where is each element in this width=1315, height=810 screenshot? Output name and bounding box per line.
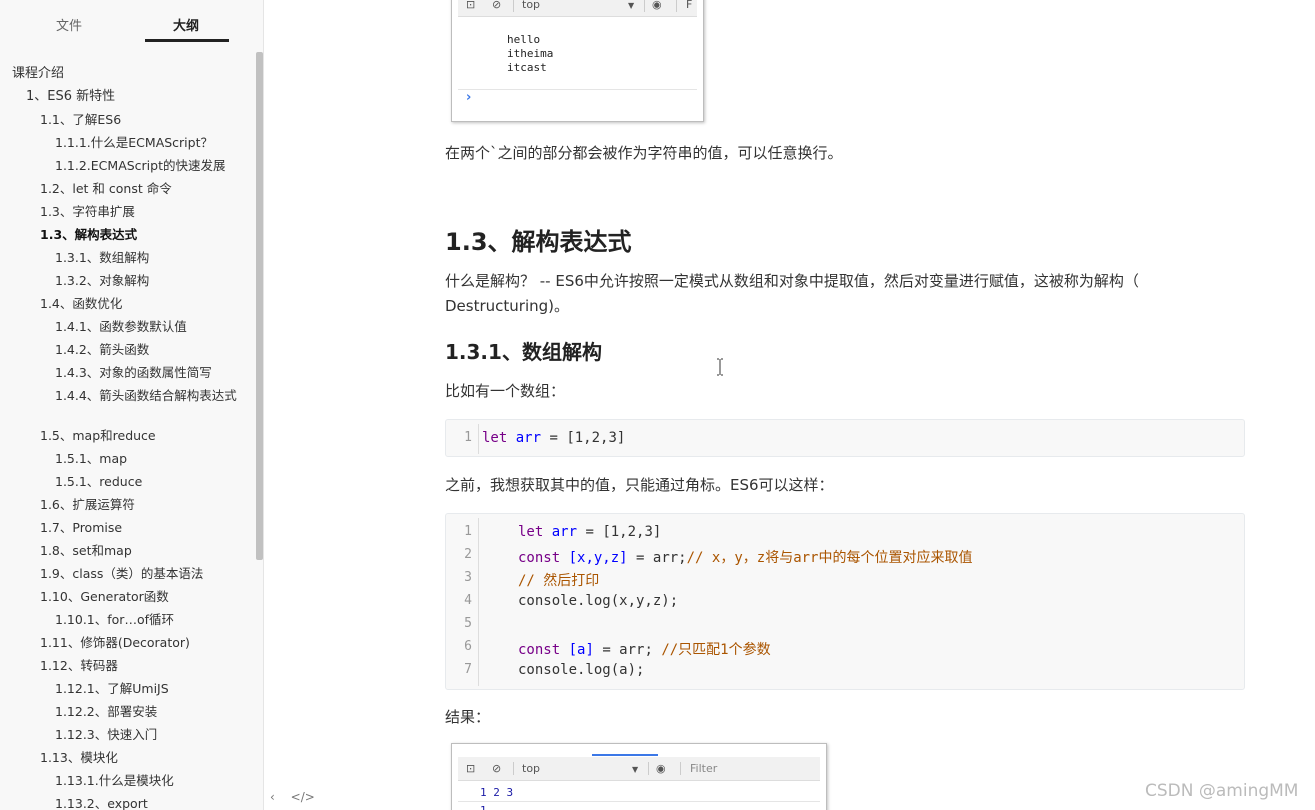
outline-item[interactable]: 1.12.1、了解UmiJS xyxy=(55,681,169,697)
outline-item[interactable]: 1.5.1、reduce xyxy=(55,474,142,490)
code-line: let arr = [1,2,3] xyxy=(518,524,662,540)
console-line: 1 xyxy=(480,804,487,810)
dropdown-arrow-icon: ▼ xyxy=(632,765,639,774)
outline-item[interactable]: 1.4.3、对象的函数属性简写 xyxy=(55,365,212,381)
code-line: const [a] = arr; //只匹配1个参数 xyxy=(518,642,771,658)
outline-item[interactable]: 1.4、函数优化 xyxy=(40,296,122,312)
outline-item[interactable]: 1.5.1、map xyxy=(55,451,127,467)
paragraph-destructuring-intro-1: 什么是解构？ -- ES6中允许按照一定模式从数组和对象中提取值，然后对变量进行… xyxy=(445,272,1139,290)
outline-item[interactable]: 1.1、了解ES6 xyxy=(40,112,121,128)
line-number: 1 xyxy=(464,430,472,445)
editor-content: ⊡ ⊘ top ▼ ◉ F hello itheima itcast › 在两个… xyxy=(264,0,1315,810)
devtools-toolbar: ⊡ ⊘ top ▼ ◉ F xyxy=(458,0,697,17)
outline-item[interactable]: 1、ES6 新特性 xyxy=(26,89,115,105)
outline-item[interactable]: 1.12.2、部署安装 xyxy=(55,704,157,720)
context-select: top xyxy=(522,0,541,11)
outline-item[interactable]: 1.4.1、函数参数默认值 xyxy=(55,319,187,335)
outline-item[interactable]: 1.11、修饰器(Decorator) xyxy=(40,635,190,651)
watermark: CSDN @amingMM xyxy=(1145,781,1299,801)
paragraph-es6-approach: 之前，我想获取其中的值，只能通过角标。ES6可以这样： xyxy=(445,476,834,494)
outline-item[interactable]: 1.6、扩展运算符 xyxy=(40,497,135,513)
outline-item[interactable]: 1.1.2.ECMAScript的快速发展 xyxy=(55,158,226,174)
sidebar-toggle-icon: ⊡ xyxy=(466,0,476,11)
console-output: hello itheima itcast xyxy=(507,33,553,75)
outline-item[interactable]: 1.3、解构表达式 xyxy=(40,227,137,243)
outline-item[interactable]: 1.9、class（类）的基本语法 xyxy=(40,566,203,582)
outline-item[interactable]: 1.3.2、对象解构 xyxy=(55,273,149,289)
outline-item[interactable]: 1.1.1.什么是ECMAScript？ xyxy=(55,135,213,151)
context-select: top xyxy=(522,762,541,775)
outline-item[interactable]: 1.4.4、箭头函数结合解构表达式 xyxy=(55,388,245,404)
console-line: hello xyxy=(507,33,541,46)
devtools-toolbar: ⊡ ⊘ top ▼ ◉ Filter xyxy=(458,757,820,781)
sidebar: 文件 大纲 课程介绍 1、ES6 新特性 1.1、了解ES6 1.1.1.什么是ECM… xyxy=(0,0,264,810)
heading-destructuring: 1.3、解构表达式 xyxy=(445,228,632,256)
eye-icon: ◉ xyxy=(652,0,662,11)
filter-label: F xyxy=(686,0,693,11)
text-cursor-icon xyxy=(717,358,723,376)
filter-input: Filter xyxy=(690,762,718,775)
outline-item[interactable]: 1.12、转码器 xyxy=(40,658,118,674)
paragraph-template-string: 在两个`之间的部分都会被作为字符串的值，可以任意换行。 xyxy=(445,144,843,162)
console-line: itcast xyxy=(507,61,547,74)
devtools-screenshot-2: ⊡ ⊘ top ▼ ◉ Filter 1 2 3 1 xyxy=(451,743,827,810)
outline-item[interactable]: 1.13.1.什么是模块化 xyxy=(55,773,174,789)
clear-console-icon: ⊘ xyxy=(492,762,502,775)
console-line: itheima xyxy=(507,47,554,60)
code-line: // 然后打印 xyxy=(518,573,600,589)
eye-icon: ◉ xyxy=(656,762,666,775)
paragraph-result: 结果： xyxy=(445,708,491,726)
outline-item[interactable]: 1.5、map和reduce xyxy=(40,428,156,444)
outline-list: 课程介绍 1、ES6 新特性 1.1、了解ES6 1.1.1.什么是ECMAScrip… xyxy=(0,54,256,810)
paragraph-destructuring-intro-2: Destructuring)。 xyxy=(445,297,569,315)
heading-array-destructuring: 1.3.1、数组解构 xyxy=(445,340,602,364)
dropdown-arrow-icon: ▼ xyxy=(628,1,635,10)
code-line: console.log(a); xyxy=(518,662,645,678)
outline-item[interactable]: 1.13.2、export xyxy=(55,796,148,810)
line-number: 7 xyxy=(464,662,472,677)
outline-item[interactable]: 1.13、模块化 xyxy=(40,750,118,766)
paragraph-array-example: 比如有一个数组： xyxy=(445,382,566,400)
outline-item[interactable]: 1.3、字符串扩展 xyxy=(40,204,135,220)
outline-item[interactable]: 1.10.1、for…of循环 xyxy=(55,612,174,628)
outline-item[interactable]: 课程介绍 xyxy=(12,66,64,82)
devtools-screenshot-1: ⊡ ⊘ top ▼ ◉ F hello itheima itcast › xyxy=(451,0,704,122)
outline-item[interactable]: 1.8、set和map xyxy=(40,543,132,559)
tab-outline[interactable]: 大纲 xyxy=(173,15,199,34)
clear-console-icon: ⊘ xyxy=(492,0,502,11)
outline-item[interactable]: 1.7、Promise xyxy=(40,520,122,536)
console-prompt-icon: › xyxy=(466,90,472,105)
outline-item[interactable]: 1.12.3、快速入门 xyxy=(55,727,157,743)
line-number: 1 xyxy=(464,524,472,539)
code-block-1[interactable]: 1 let arr = [1,2,3] xyxy=(445,419,1245,457)
line-number: 3 xyxy=(464,570,472,585)
code-line: console.log(x,y,z); xyxy=(518,593,679,609)
code-block-2[interactable]: 1 let arr = [1,2,3] 2 const [x,y,z] = arr;/… xyxy=(445,513,1245,690)
outline-item[interactable]: 1.3.1、数组解构 xyxy=(55,250,149,266)
tab-files[interactable]: 文件 xyxy=(56,15,82,34)
sidebar-toggle-icon: ⊡ xyxy=(466,762,476,775)
typora-window: 文件 大纲 课程介绍 1、ES6 新特性 1.1、了解ES6 1.1.1.什么是ECM… xyxy=(0,0,1315,810)
outline-item[interactable]: 1.4.2、箭头函数 xyxy=(55,342,149,358)
line-number: 5 xyxy=(464,616,472,631)
sidebar-scrollbar[interactable] xyxy=(256,52,263,560)
sidebar-tabs: 文件 大纲 xyxy=(0,0,264,46)
outline-item[interactable]: 1.10、Generator函数 xyxy=(40,589,169,605)
line-number: 6 xyxy=(464,639,472,654)
outline-item[interactable]: 1.2、let 和 const 命令 xyxy=(40,181,172,197)
code-line: const [x,y,z] = arr;// x，y，z将与arr中的每个位置对… xyxy=(518,550,973,566)
line-number: 4 xyxy=(464,593,472,608)
code-line: let arr = [1,2,3] xyxy=(482,430,626,446)
line-number: 2 xyxy=(464,547,472,562)
tab-active-indicator xyxy=(145,39,229,42)
console-line: 1 2 3 xyxy=(480,786,514,799)
